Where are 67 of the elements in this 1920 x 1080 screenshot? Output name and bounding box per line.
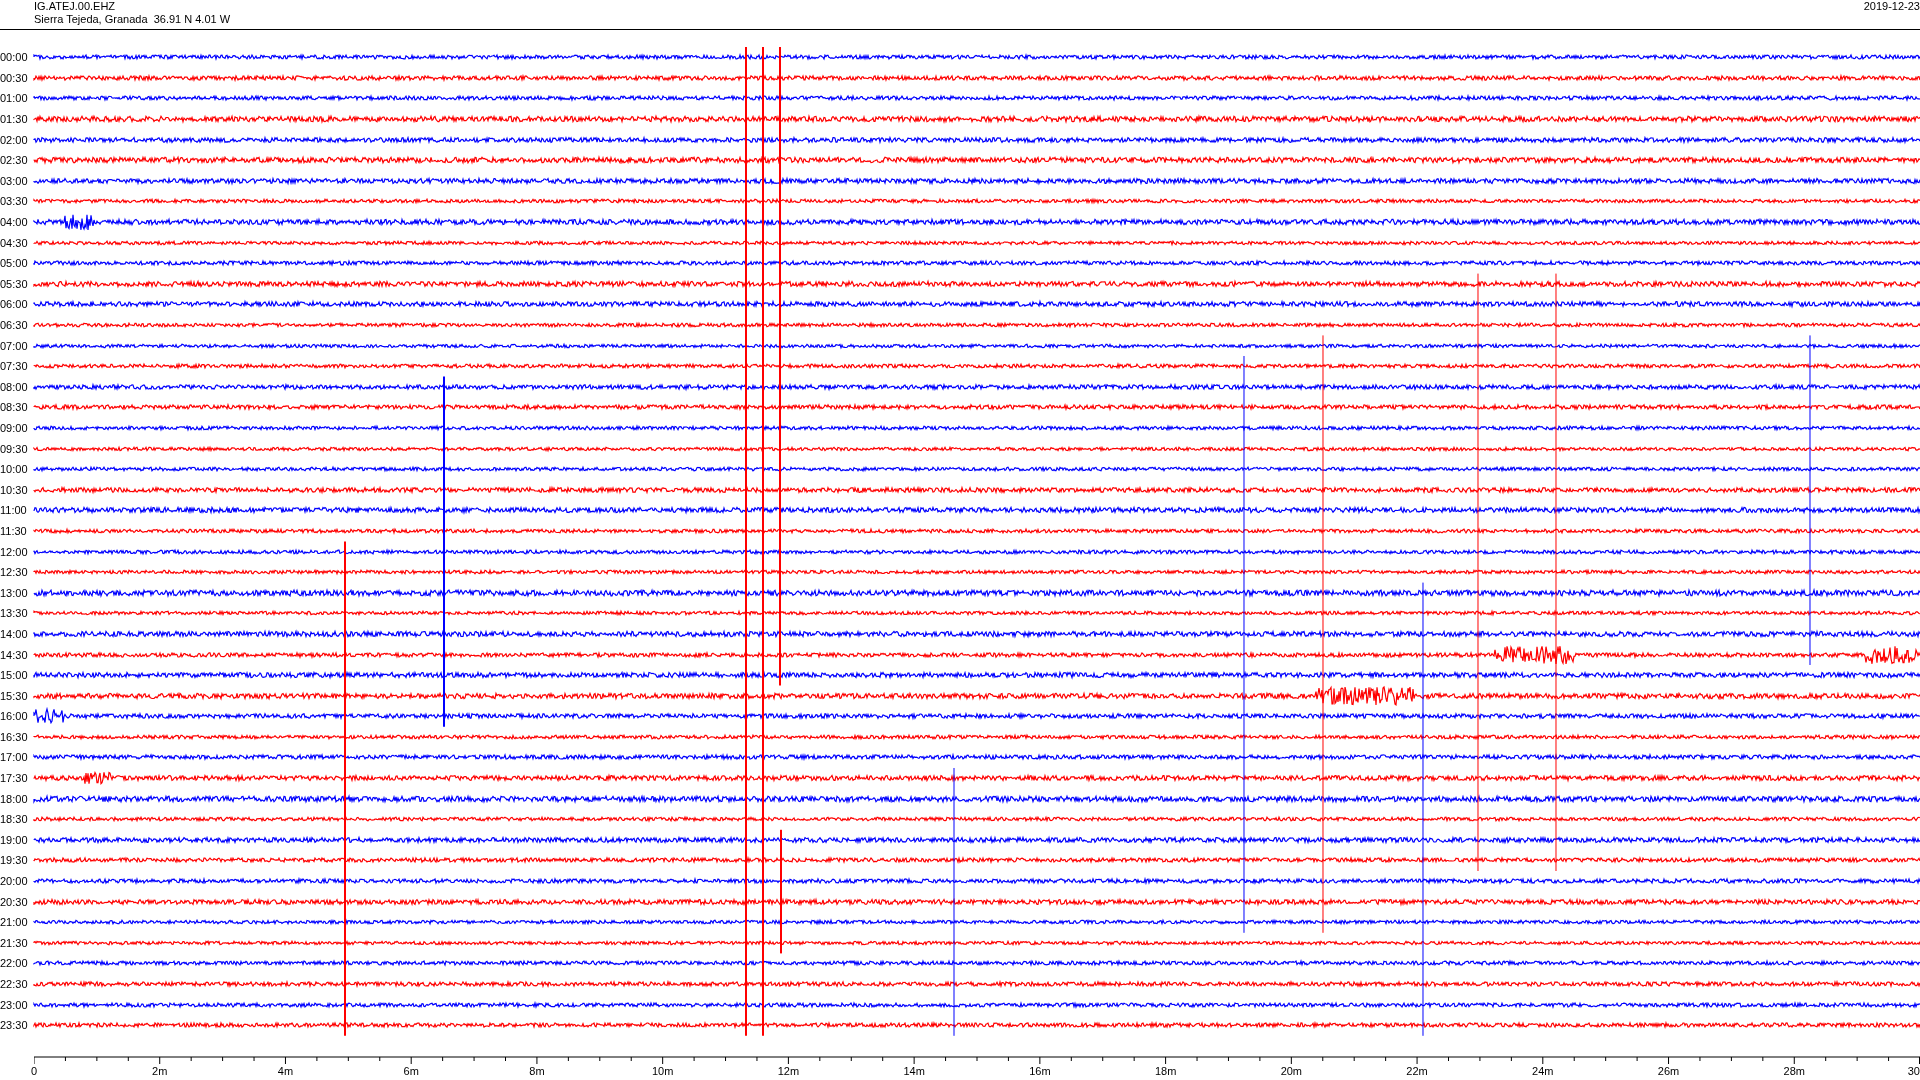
- axis-tick-label: 16m: [1029, 1065, 1051, 1077]
- time-label: 03:00: [0, 174, 29, 187]
- time-label: 00:30: [0, 71, 29, 84]
- time-label: 03:30: [0, 195, 29, 208]
- axis-tick-label: 20m: [1280, 1065, 1303, 1077]
- time-label: 05:30: [0, 277, 29, 290]
- time-label: 10:00: [0, 463, 29, 476]
- time-label: 06:30: [0, 319, 29, 331]
- date-label: 2019-12-23: [1863, 0, 1920, 14]
- time-label: 05:00: [0, 257, 29, 270]
- axis-tick-label: 30: [1907, 1065, 1920, 1077]
- station-location: Sierra Tejeda, Granada 36.91 N 4.01 W: [34, 13, 231, 26]
- time-label: 17:30: [0, 772, 29, 785]
- time-label: 14:30: [0, 648, 29, 661]
- axis-tick-label: 18m: [1154, 1065, 1177, 1077]
- time-label: 01:30: [0, 113, 29, 126]
- time-label: 14:00: [0, 627, 29, 640]
- station-code: IG.ATEJ.00.EHZ: [34, 0, 117, 13]
- axis-tick-label: 10m: [651, 1065, 674, 1077]
- time-label: 23:30: [0, 1019, 29, 1032]
- axis-tick-label: 0: [31, 1065, 38, 1077]
- time-label: 10:30: [0, 483, 29, 496]
- time-label: 19:00: [0, 833, 29, 846]
- time-label: 13:00: [0, 586, 29, 599]
- time-label: 02:00: [0, 133, 29, 146]
- time-label: 12:00: [0, 545, 29, 558]
- time-label: 08:30: [0, 401, 29, 414]
- axis-tick-label: 26m: [1657, 1065, 1680, 1077]
- time-label: 04:00: [0, 216, 29, 229]
- time-label: 11:30: [0, 524, 28, 537]
- time-label: 19:30: [0, 854, 29, 867]
- axis-tick-label: 6m: [403, 1065, 419, 1077]
- time-label: 06:00: [0, 298, 29, 311]
- time-label: 16:30: [0, 730, 29, 743]
- time-label: 00:00: [0, 51, 29, 64]
- time-label: 15:30: [0, 689, 29, 702]
- axis-tick-label: 24m: [1532, 1065, 1554, 1077]
- time-label: 11:00: [0, 504, 28, 517]
- time-label: 22:00: [0, 957, 29, 970]
- time-label: 20:30: [0, 895, 29, 908]
- time-label: 18:00: [0, 792, 29, 805]
- time-label: 18:30: [0, 813, 29, 826]
- axis-tick-label: 4m: [277, 1065, 294, 1077]
- time-label: 21:30: [0, 936, 29, 949]
- time-label: 16:00: [0, 710, 29, 723]
- time-label: 01:00: [0, 92, 29, 105]
- time-label: 13:30: [0, 607, 29, 620]
- time-label: 20:00: [0, 875, 29, 888]
- time-label: 02:30: [0, 154, 29, 167]
- time-label: 04:30: [0, 236, 29, 249]
- axis-tick-label: 8m: [529, 1065, 545, 1077]
- axis-tick-label: 2m: [152, 1065, 168, 1077]
- axis-tick-label: 14m: [903, 1065, 925, 1077]
- time-label: 22:30: [0, 978, 29, 990]
- time-label: 09:00: [0, 422, 29, 434]
- time-label: 15:00: [0, 669, 29, 682]
- time-label: 07:00: [0, 339, 29, 352]
- time-label: 08:00: [0, 380, 29, 393]
- time-label: 12:30: [0, 566, 29, 579]
- time-label: 17:00: [0, 751, 29, 764]
- time-label: 21:00: [0, 916, 29, 929]
- axis-tick-label: 12m: [777, 1065, 800, 1077]
- time-label: 23:00: [0, 998, 29, 1011]
- time-label: 07:30: [0, 360, 29, 373]
- time-label: 09:30: [0, 442, 29, 455]
- axis-tick-label: 22m: [1406, 1065, 1428, 1077]
- axis-tick-label: 28m: [1783, 1065, 1805, 1077]
